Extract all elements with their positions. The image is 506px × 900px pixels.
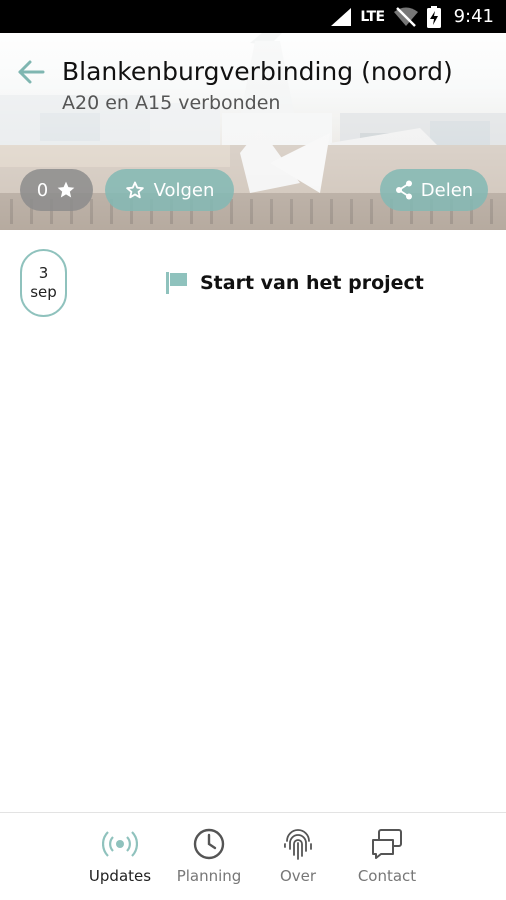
chat-icon (372, 829, 402, 859)
bottom-navigation: Updates Planning Over Contact (0, 812, 506, 900)
network-type: LTE (360, 8, 385, 25)
event-label: Start van het project (200, 272, 424, 294)
date-month: sep (30, 283, 57, 301)
wifi-off-icon (393, 6, 418, 27)
timeline-event[interactable]: Start van het project (166, 272, 424, 294)
back-button[interactable] (14, 55, 48, 89)
battery-charging-icon (426, 5, 441, 28)
nav-contact-label: Contact (357, 867, 417, 885)
follow-label: Volgen (153, 179, 215, 201)
flag-icon (166, 272, 187, 294)
nav-contact[interactable]: Contact (342, 827, 432, 885)
status-icons: LTE 9:41 (331, 0, 494, 33)
star-icon (57, 181, 75, 198)
nav-updates-label: Updates (88, 867, 152, 885)
nav-planning-label: Planning (176, 867, 242, 885)
star-outline-icon (125, 181, 144, 199)
project-header: Blankenburgverbinding (noord) A20 en A15… (0, 33, 506, 230)
share-button[interactable]: Delen (380, 169, 488, 211)
nav-over[interactable]: Over (253, 827, 343, 885)
project-title: Blankenburgverbinding (noord) (62, 57, 453, 86)
nav-planning[interactable]: Planning (164, 827, 254, 885)
date-badge: 3 sep (20, 249, 67, 317)
cellular-signal-icon (331, 7, 352, 26)
project-subtitle: A20 en A15 verbonden (62, 92, 281, 114)
share-label: Delen (420, 179, 474, 201)
share-icon (395, 180, 412, 200)
stars-count-button[interactable]: 0 (20, 169, 93, 211)
status-bar: LTE 9:41 (0, 0, 506, 33)
radio-waves-icon (102, 831, 138, 857)
stars-count: 0 (36, 179, 49, 201)
status-time: 9:41 (453, 6, 494, 27)
follow-button[interactable]: Volgen (105, 169, 234, 211)
nav-updates[interactable]: Updates (75, 827, 165, 885)
date-day: 3 (38, 264, 49, 282)
fingerprint-icon (284, 829, 312, 860)
arrow-left-icon (18, 60, 45, 84)
clock-icon (193, 828, 225, 860)
nav-over-label: Over (279, 867, 317, 885)
